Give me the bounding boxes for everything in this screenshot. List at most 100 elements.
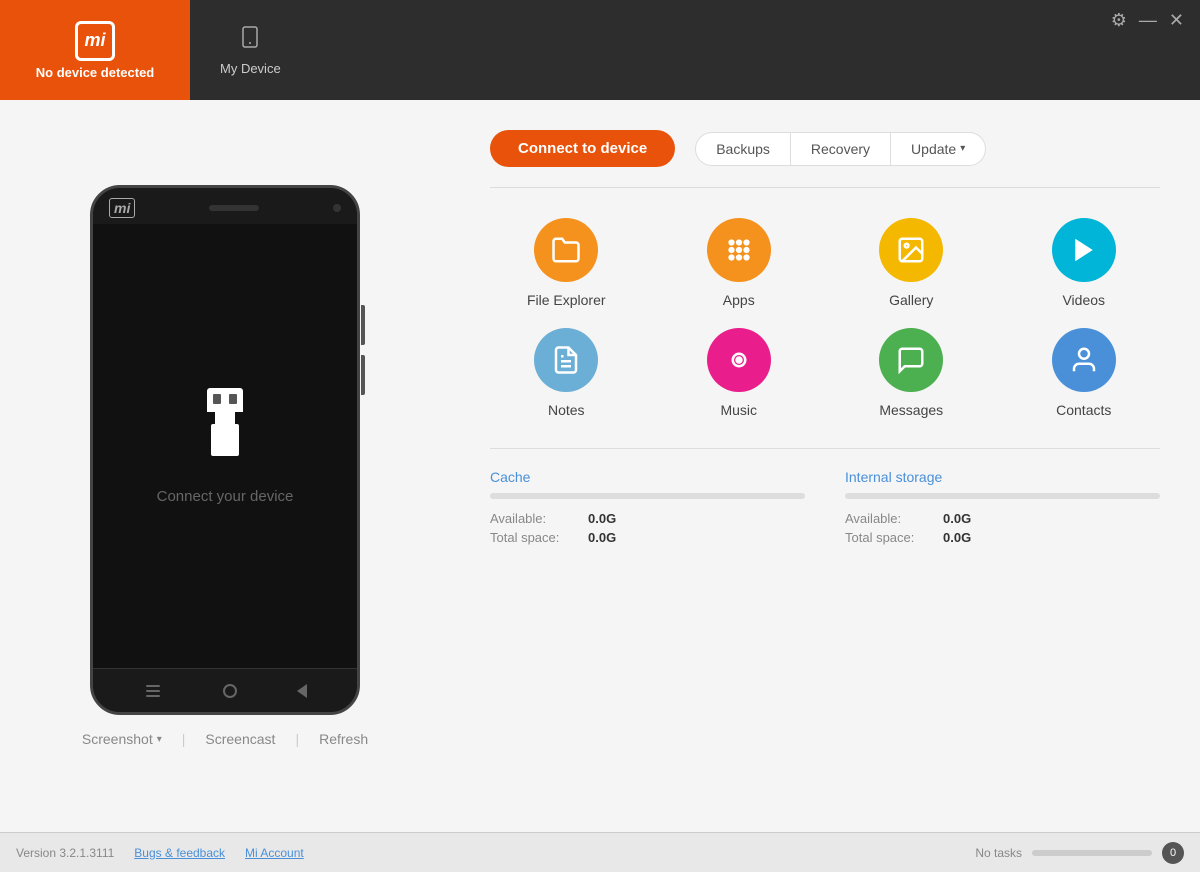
tab-backups[interactable]: Backups <box>696 133 791 165</box>
titlebar: mi No device detected My Device ⚙ — ✕ <box>0 0 1200 100</box>
cache-total-value: 0.0G <box>588 530 616 545</box>
task-progress-bar <box>1032 850 1152 856</box>
connect-device-button[interactable]: Connect to device <box>490 130 675 167</box>
minimize-icon[interactable]: — <box>1139 10 1157 31</box>
videos-icon <box>1052 218 1116 282</box>
notes-icon <box>534 328 598 392</box>
tab-recovery[interactable]: Recovery <box>791 133 891 165</box>
phone-mi-logo: mi <box>109 198 135 218</box>
app-messages-label: Messages <box>879 402 943 418</box>
no-tasks-label: No tasks <box>975 846 1022 860</box>
phone-home-btn <box>223 684 237 698</box>
phone-back-btn <box>297 684 307 698</box>
usb-head <box>207 388 243 412</box>
mi-account-link[interactable]: Mi Account <box>245 846 304 860</box>
app-messages[interactable]: Messages <box>835 328 988 418</box>
bugs-feedback-link[interactable]: Bugs & feedback <box>134 846 225 860</box>
app-grid: File Explorer <box>490 218 1160 418</box>
apps-icon <box>707 218 771 282</box>
separator2: | <box>295 731 299 747</box>
internal-stats: Available: 0.0G Total space: 0.0G <box>845 511 1160 545</box>
screenshot-label: Screenshot <box>82 731 153 747</box>
internal-storage: Internal storage Available: 0.0G Total s… <box>845 469 1160 545</box>
app-file-explorer[interactable]: File Explorer <box>490 218 643 308</box>
mi-logo-icon: mi <box>75 21 115 61</box>
bottom-controls: Screenshot ▾ | Screencast | Refresh <box>82 731 368 747</box>
tab-update[interactable]: Update ▾ <box>891 133 985 165</box>
phone-volume-down-btn <box>361 355 365 395</box>
cache-total-row: Total space: 0.0G <box>490 530 805 545</box>
phone-body: mi Connect your device <box>90 185 360 715</box>
refresh-button[interactable]: Refresh <box>319 731 368 747</box>
left-panel: mi Connect your device <box>0 100 450 832</box>
status-tasks: No tasks 0 <box>975 842 1184 864</box>
screencast-button[interactable]: Screencast <box>205 731 275 747</box>
status-bar: Version 3.2.1.3111 Bugs & feedback Mi Ac… <box>0 832 1200 872</box>
cache-stats: Available: 0.0G Total space: 0.0G <box>490 511 805 545</box>
phone-connect-text: Connect your device <box>157 488 294 505</box>
internal-title: Internal storage <box>845 469 1160 485</box>
update-chevron-icon: ▾ <box>960 143 965 154</box>
usb-body <box>211 424 239 456</box>
phone-top-bar: mi <box>93 188 357 224</box>
music-icon <box>707 328 771 392</box>
file-explorer-icon <box>534 218 598 282</box>
app-notes-label: Notes <box>548 402 585 418</box>
phone-menu-btn <box>143 681 163 701</box>
phone-speaker <box>209 205 259 211</box>
phone-camera <box>333 204 341 212</box>
cache-available-label: Available: <box>490 511 580 526</box>
phone-mockup: mi Connect your device <box>90 185 360 715</box>
cache-storage: Cache Available: 0.0G Total space: 0.0G <box>490 469 805 545</box>
app-music-label: Music <box>720 402 757 418</box>
gallery-icon <box>879 218 943 282</box>
internal-available-value: 0.0G <box>943 511 971 526</box>
phone-menu-icon <box>146 685 160 697</box>
close-icon[interactable]: ✕ <box>1169 10 1184 31</box>
app-file-explorer-label: File Explorer <box>527 292 606 308</box>
storage-section: Cache Available: 0.0G Total space: 0.0G <box>490 469 1160 545</box>
internal-total-label: Total space: <box>845 530 935 545</box>
internal-available-label: Available: <box>845 511 935 526</box>
app-notes[interactable]: Notes <box>490 328 643 418</box>
my-device-label: My Device <box>220 61 281 76</box>
divider-bottom <box>490 448 1160 449</box>
cache-total-label: Total space: <box>490 530 580 545</box>
app-gallery[interactable]: Gallery <box>835 218 988 308</box>
cache-bar <box>490 493 805 499</box>
app-music[interactable]: Music <box>663 328 816 418</box>
window-controls: ⚙ — ✕ <box>1111 10 1200 91</box>
version-text: Version 3.2.1.3111 <box>16 846 114 860</box>
phone-screen: Connect your device <box>93 224 357 668</box>
right-panel: Connect to device Backups Recovery Updat… <box>450 100 1200 832</box>
app-videos[interactable]: Videos <box>1008 218 1161 308</box>
screenshot-button[interactable]: Screenshot ▾ <box>82 731 162 747</box>
device-icon <box>238 25 262 55</box>
internal-total-value: 0.0G <box>943 530 971 545</box>
usb-neck <box>215 412 235 424</box>
no-device-text: No device detected <box>36 65 155 80</box>
screenshot-chevron-icon: ▾ <box>157 734 162 745</box>
settings-icon[interactable]: ⚙ <box>1111 10 1127 31</box>
usb-icon <box>200 388 250 468</box>
app-apps[interactable]: Apps <box>663 218 816 308</box>
internal-total-row: Total space: 0.0G <box>845 530 1160 545</box>
app-contacts-label: Contacts <box>1056 402 1111 418</box>
internal-available-row: Available: 0.0G <box>845 511 1160 526</box>
tab-group: Backups Recovery Update ▾ <box>695 132 986 166</box>
action-bar: Connect to device Backups Recovery Updat… <box>490 130 1160 167</box>
app-logo[interactable]: mi No device detected <box>0 0 190 100</box>
my-device-tab[interactable]: My Device <box>190 25 311 76</box>
app-contacts[interactable]: Contacts <box>1008 328 1161 418</box>
messages-icon <box>879 328 943 392</box>
cache-title: Cache <box>490 469 805 485</box>
phone-volume-up-btn <box>361 305 365 345</box>
phone-bottom-bar <box>93 668 357 712</box>
main-content: mi Connect your device <box>0 100 1200 832</box>
app-apps-label: Apps <box>723 292 755 308</box>
task-count-badge: 0 <box>1162 842 1184 864</box>
app-videos-label: Videos <box>1062 292 1105 308</box>
internal-bar <box>845 493 1160 499</box>
separator1: | <box>182 731 186 747</box>
cache-available-value: 0.0G <box>588 511 616 526</box>
